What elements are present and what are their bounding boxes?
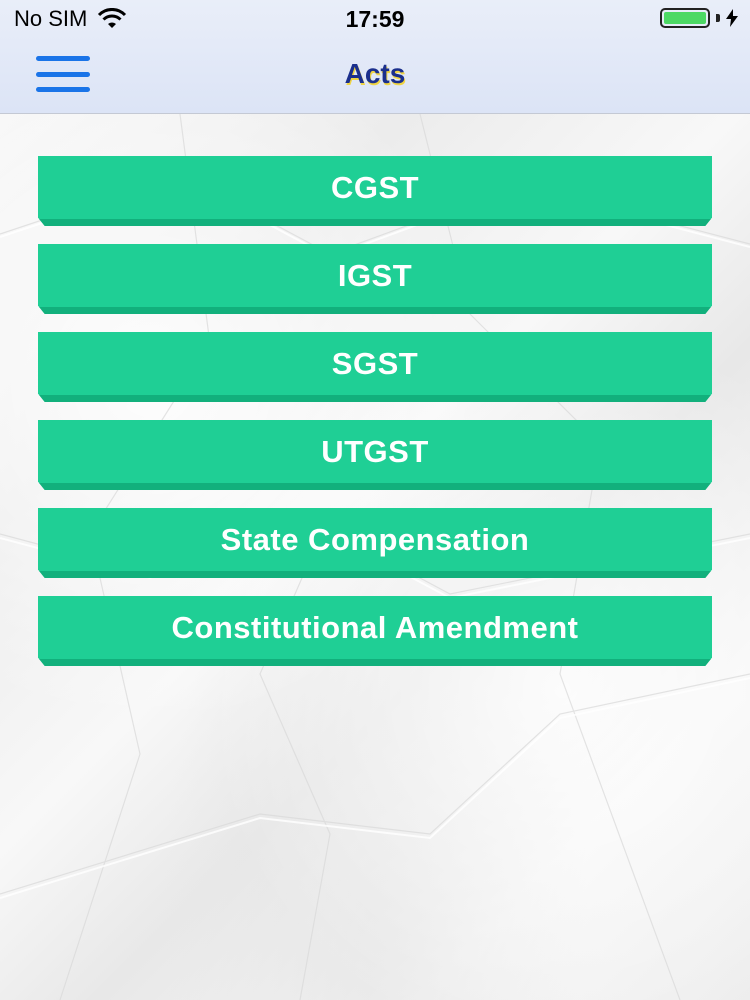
- act-button-utgst[interactable]: UTGST: [38, 420, 712, 490]
- battery-icon: [660, 8, 710, 28]
- act-button-label: IGST: [337, 258, 413, 293]
- acts-list: CGST IGST SGST UTGST State Compensation …: [38, 156, 712, 684]
- act-button-label: Constitutional Amendment: [171, 610, 579, 645]
- battery-indicator: [660, 8, 738, 28]
- act-button-label: UTGST: [321, 434, 429, 469]
- act-button-sgst[interactable]: SGST: [38, 332, 712, 402]
- act-button-label: State Compensation: [220, 522, 530, 557]
- charging-bolt-icon: [726, 9, 738, 27]
- act-button-label: CGST: [330, 170, 420, 205]
- act-button-igst[interactable]: IGST: [38, 244, 712, 314]
- top-bar: No SIM 17:59 Acts: [0, 0, 750, 114]
- act-button-cgst[interactable]: CGST: [38, 156, 712, 226]
- act-button-label: SGST: [331, 346, 419, 381]
- battery-cap: [716, 14, 720, 22]
- page-title: Acts: [344, 58, 406, 89]
- status-bar: No SIM 17:59: [0, 0, 750, 40]
- battery-fill: [664, 12, 706, 24]
- clock-time: 17:59: [345, 6, 405, 32]
- act-button-state-compensation[interactable]: State Compensation: [38, 508, 712, 578]
- navigation-bar: Acts: [0, 40, 750, 114]
- act-button-constitutional-amendment[interactable]: Constitutional Amendment: [38, 596, 712, 666]
